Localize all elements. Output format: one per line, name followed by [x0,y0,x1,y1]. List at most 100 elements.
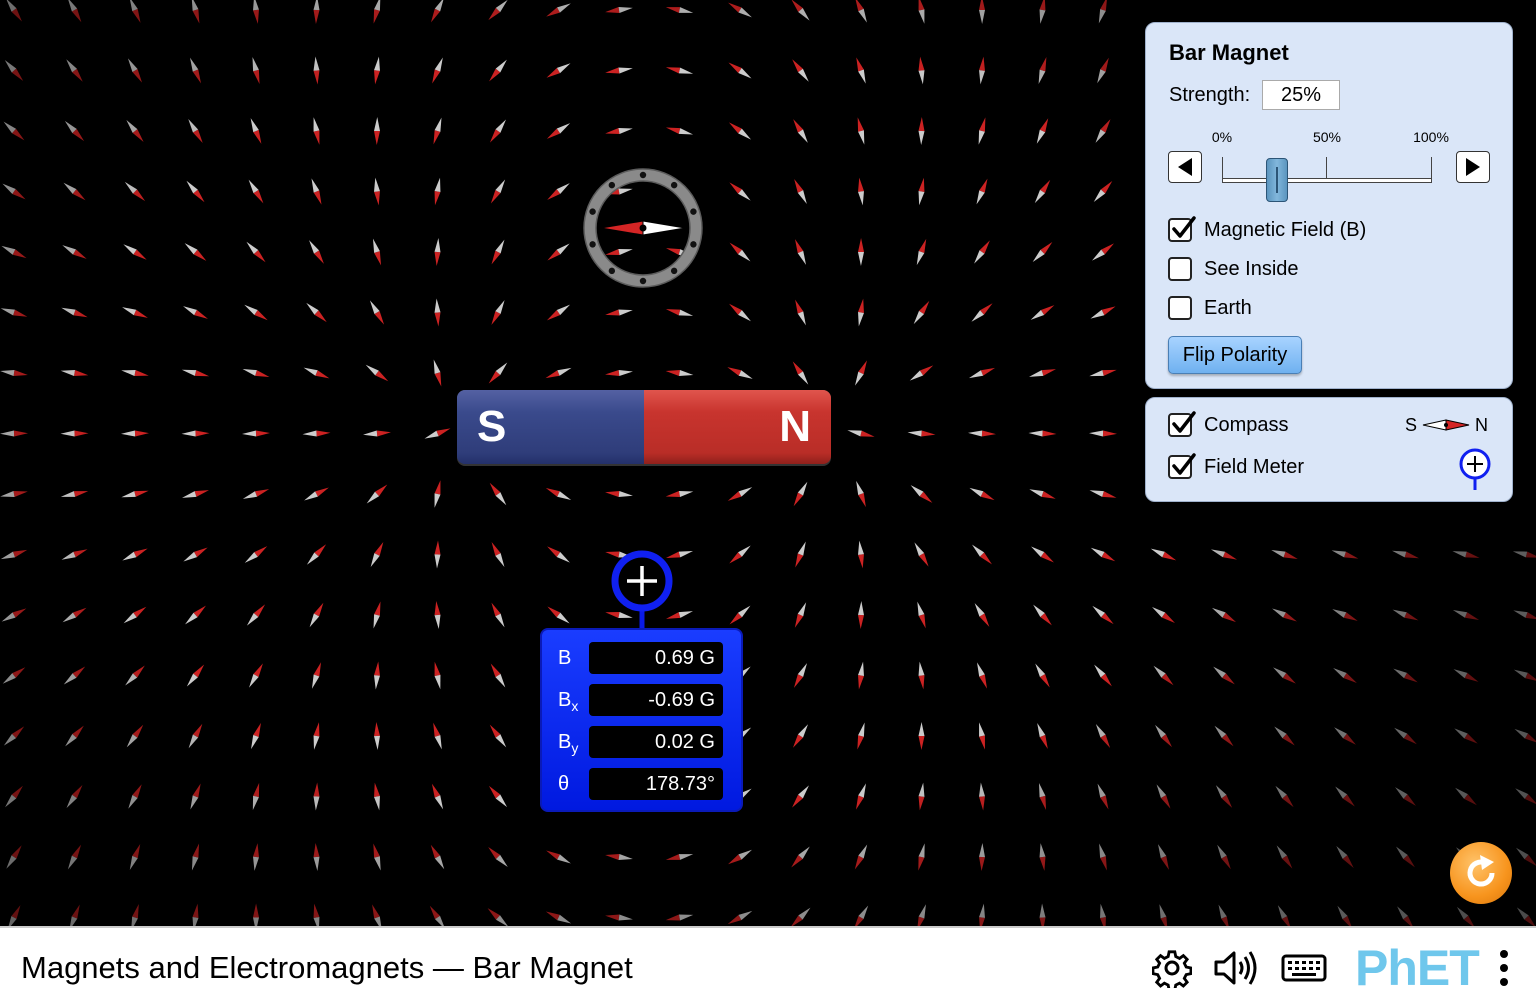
field-needle [978,117,986,145]
compass-checkbox[interactable]: Compass [1168,411,1288,439]
field-needle [918,117,925,145]
settings-gear-icon[interactable] [1150,947,1194,989]
field-needle [433,117,442,145]
field-needle [306,302,327,323]
field-needle [729,242,751,262]
field-needle [546,850,571,864]
field-needle [66,59,83,82]
field-needle [1,608,27,622]
field-needle [909,365,934,381]
slider-track[interactable] [1222,178,1432,183]
field-needle [127,58,143,83]
field-meter-probe[interactable] [611,550,673,632]
field-needle [914,542,929,567]
field-needle [546,304,571,321]
field-needle [1092,605,1114,625]
audio-speaker-icon[interactable] [1212,947,1260,989]
strength-increase-button[interactable] [1456,151,1490,183]
checkmark-icon [1172,453,1196,475]
field-needle [250,118,262,144]
compass[interactable] [583,168,703,288]
field-needle [244,546,268,563]
checkbox-box[interactable] [1168,453,1196,479]
field-meter[interactable]: B 0.69 G Bx -0.69 G By 0.02 G θ 178.73° [540,550,743,812]
see-inside-checkbox[interactable]: See Inside [1168,255,1299,283]
earth-checkbox[interactable]: Earth [1168,294,1252,322]
checkbox-label: Compass [1204,413,1289,436]
field-needle [1392,550,1419,559]
compass-needle-south [600,220,644,236]
bar-magnet[interactable]: S N [457,390,831,464]
field-needle [185,605,206,625]
field-needle [242,368,270,378]
meter-label: B [558,731,572,753]
field-needle [979,0,985,24]
field-needle [61,307,88,318]
field-needle [491,300,505,325]
field-needle [605,67,633,74]
field-needle [67,844,82,870]
field-needle [246,604,266,626]
field-needle [1513,669,1536,682]
field-needle [918,177,925,206]
reset-all-button[interactable] [1450,842,1512,904]
field-needle [372,904,382,926]
field-needle [188,723,203,749]
left-arrow-icon [1178,158,1192,176]
strength-slider[interactable] [1222,148,1432,208]
play-area: S N B 0.69 G Bx -0.69 G By 0.02 G θ 178.… [0,0,1536,926]
more-options-icon[interactable] [1494,947,1514,989]
field-needle [791,846,810,868]
field-needle [67,0,82,23]
field-needle [0,430,28,437]
field-needle [430,844,445,870]
field-needle [309,602,324,628]
field-needle [858,298,864,327]
phet-logo[interactable]: PhET [1355,940,1480,996]
field-needle [1099,843,1107,871]
field-needle [62,607,87,623]
field-meter-checkbox[interactable]: Field Meter [1168,453,1304,481]
field-needle [1516,847,1536,867]
field-needle [434,238,441,266]
checkbox-box[interactable] [1168,216,1196,242]
magnetic-field-checkbox[interactable]: Magnetic Field (B) [1168,216,1366,244]
field-needle [374,661,380,690]
slider-thumb[interactable] [1265,158,1288,202]
field-needle [126,724,144,748]
field-needle [545,911,572,924]
field-needle [60,491,89,497]
field-needle [665,491,694,497]
field-needle [546,63,571,78]
field-needle [249,663,263,688]
field-needle [1032,242,1053,262]
checkbox-box[interactable] [1168,296,1192,320]
slider-tick [1431,157,1432,178]
checkbox-label: Field Meter [1204,455,1305,478]
checkbox-box[interactable] [1168,411,1196,437]
field-needle [374,782,380,811]
flip-polarity-button[interactable]: Flip Polarity [1168,336,1302,374]
field-needle [1211,607,1237,623]
field-needle [309,240,324,264]
field-needle [858,177,864,206]
strength-decrease-button[interactable] [1168,151,1202,183]
field-needle [979,56,985,85]
field-needle [790,907,811,926]
field-needle [1039,903,1046,926]
field-needle [974,240,990,264]
field-needle [1218,904,1230,926]
field-needle [727,367,753,379]
field-needle [793,663,808,688]
field-needle [1332,609,1358,621]
field-needle [182,490,209,498]
field-needle [913,300,930,325]
field-needle [0,549,28,560]
field-needle [434,540,441,569]
phet-logo-text: PhET [1355,940,1480,996]
field-needle [972,544,992,565]
field-needle [979,903,985,926]
field-needle [491,239,505,265]
keyboard-icon[interactable] [1280,947,1328,989]
checkbox-box[interactable] [1168,257,1192,281]
